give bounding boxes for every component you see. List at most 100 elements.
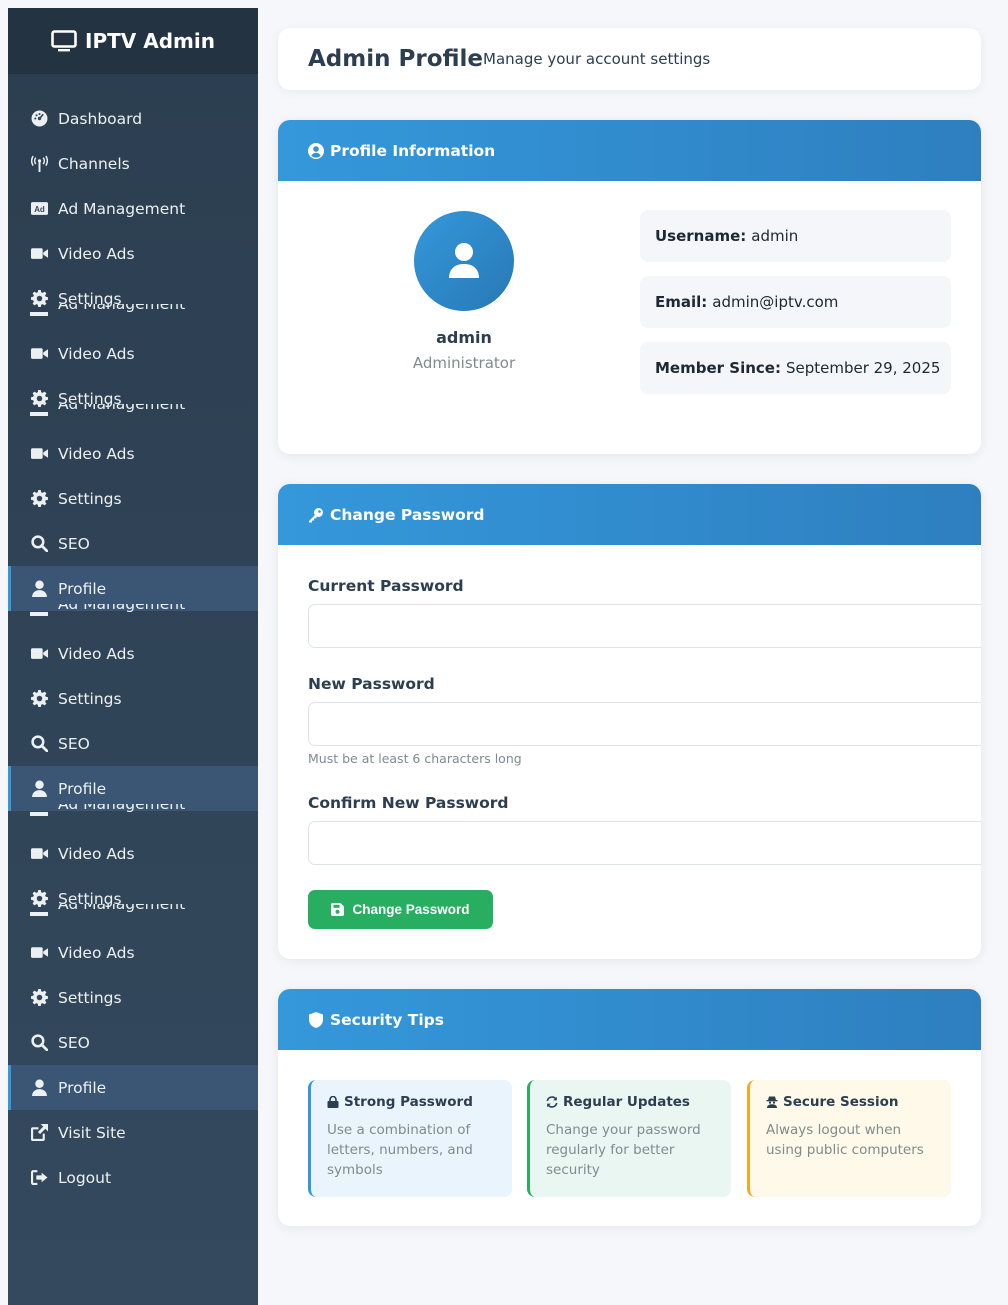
user-icon [30, 1079, 48, 1097]
video-icon [30, 944, 48, 962]
change-password-header: Change Password [278, 484, 981, 545]
search-icon [30, 1034, 48, 1052]
sidebar-item-label: Video Ads [58, 644, 135, 663]
sidebar-item-label: Visit Site [58, 1123, 126, 1142]
email-value: admin@iptv.com [712, 293, 839, 311]
confirm-password-input[interactable] [308, 821, 981, 865]
shield-icon [309, 1011, 323, 1028]
sidebar-item-logout[interactable]: Logout [8, 1155, 258, 1200]
sidebar-item-video-ads[interactable]: Video Ads [8, 831, 258, 876]
new-password-label: New Password [308, 675, 435, 693]
member-since-value: September 29, 2025 [785, 359, 941, 377]
tip-title: Regular Updates [546, 1094, 717, 1110]
sidebar-item-label: Profile [58, 1078, 107, 1097]
page-subtitle: Manage your account settings [483, 50, 711, 68]
main-content: Admin Profile Manage your account settin… [278, 28, 981, 1226]
member-since-row: Member Since: September 29, 2025 [640, 342, 951, 394]
sidebar-item-label: Dashboard [58, 109, 143, 128]
sidebar-item-video-ads[interactable]: Video Ads [8, 231, 258, 276]
sidebar-item-label: Logout [58, 1168, 112, 1187]
sidebar-item-settings[interactable]: Settings [8, 676, 258, 721]
sidebar-item-video-ads[interactable]: Video Ads [8, 930, 258, 975]
logout-icon [30, 1169, 48, 1187]
user-circle-icon [308, 142, 324, 159]
tip-text: Use a combination of letters, numbers, a… [327, 1122, 473, 1178]
brand[interactable]: IPTV Admin [8, 8, 258, 74]
sidebar-item-seo[interactable]: SEO [8, 521, 258, 566]
gear-icon [30, 390, 48, 408]
external-link-icon [30, 1124, 48, 1142]
sidebar-item-channels[interactable]: Channels [8, 141, 258, 186]
tip-title-text: Strong Password [344, 1094, 473, 1110]
sidebar-item-label: SEO [58, 734, 90, 753]
sidebar: IPTV Admin Dashboard Channels Ad Ad Managem… [8, 8, 258, 1305]
sidebar-item-settings[interactable]: Settings [8, 476, 258, 521]
gear-icon [30, 890, 48, 908]
sidebar-item-settings[interactable]: Settings [8, 376, 258, 421]
gear-icon [30, 290, 48, 308]
confirm-password-label: Confirm New Password [308, 794, 509, 812]
sidebar-item-seo[interactable]: SEO [8, 1020, 258, 1065]
sidebar-item-dashboard[interactable]: Dashboard [8, 96, 258, 141]
change-password-card: Change Password Current Password New Pas… [278, 484, 981, 959]
search-icon [30, 735, 48, 753]
tip-title-text: Secure Session [783, 1094, 899, 1110]
sidebar-item-seo[interactable]: SEO [8, 721, 258, 766]
tip-text: Always logout when using public computer… [766, 1122, 924, 1158]
sidebar-item-settings[interactable]: Settings [8, 975, 258, 1020]
video-icon [30, 345, 48, 363]
brand-title: IPTV Admin [85, 29, 215, 53]
profile-role: Administrator [412, 354, 516, 372]
sidebar-item-label: Video Ads [58, 943, 135, 962]
profile-card: Profile Information admin Administrator … [278, 120, 981, 454]
change-password-button[interactable]: Change Password [308, 890, 493, 929]
svg-text:Ad: Ad [34, 205, 45, 214]
user-icon [449, 243, 479, 278]
tip-title: Strong Password [327, 1094, 498, 1110]
key-icon [309, 507, 323, 522]
user-icon [30, 580, 48, 598]
sidebar-item-ad-management[interactable]: Ad Ad Management [8, 186, 258, 231]
sidebar-item-label: Profile [58, 779, 107, 798]
username-label: Username: [655, 227, 747, 245]
security-tip: Strong Password Use a combination of lett… [308, 1080, 512, 1197]
sidebar-item-label: Settings [58, 389, 122, 408]
sidebar-item-label: Channels [58, 154, 130, 173]
ad-icon: Ad [30, 200, 48, 218]
sidebar-item-label: Settings [58, 289, 122, 308]
username-row: Username: admin [640, 210, 951, 262]
sidebar-item-profile[interactable]: Profile [8, 1065, 258, 1110]
sidebar-item-video-ads[interactable]: Video Ads [8, 431, 258, 476]
sidebar-item-video-ads[interactable]: Video Ads [8, 631, 258, 676]
sidebar-item-profile[interactable]: Profile [8, 566, 258, 611]
tip-text: Change your password regularly for bette… [546, 1122, 701, 1178]
gear-icon [30, 690, 48, 708]
security-tip: Secure Session Always logout when using p… [747, 1080, 951, 1197]
sidebar-item-label: Settings [58, 988, 122, 1007]
new-password-hint: Must be at least 6 characters long [308, 751, 522, 766]
sidebar-item-settings[interactable]: Settings [8, 876, 258, 921]
video-icon [30, 845, 48, 863]
lock-icon [327, 1096, 339, 1108]
sidebar-item-label: SEO [58, 534, 90, 553]
sidebar-item-profile[interactable]: Profile [8, 766, 258, 811]
current-password-input[interactable] [308, 604, 981, 648]
current-password-label: Current Password [308, 577, 464, 595]
video-icon [30, 245, 48, 263]
avatar [414, 211, 514, 311]
security-tips-card: Security Tips Strong Password Use a combi… [278, 989, 981, 1226]
sidebar-item-visit-site[interactable]: Visit Site [8, 1110, 258, 1155]
profile-card-header: Profile Information [278, 120, 981, 181]
email-label: Email: [655, 293, 708, 311]
security-tips-header: Security Tips [278, 989, 981, 1050]
page-title: Admin Profile [308, 46, 484, 72]
ghost-icon [30, 612, 48, 616]
save-icon [331, 903, 345, 916]
sidebar-item-video-ads[interactable]: Video Ads [8, 331, 258, 376]
video-icon [30, 445, 48, 463]
sidebar-item-label: Settings [58, 889, 122, 908]
gear-icon [30, 490, 48, 508]
sidebar-item-settings[interactable]: Settings [8, 276, 258, 321]
video-icon [30, 645, 48, 663]
new-password-input[interactable] [308, 702, 981, 746]
